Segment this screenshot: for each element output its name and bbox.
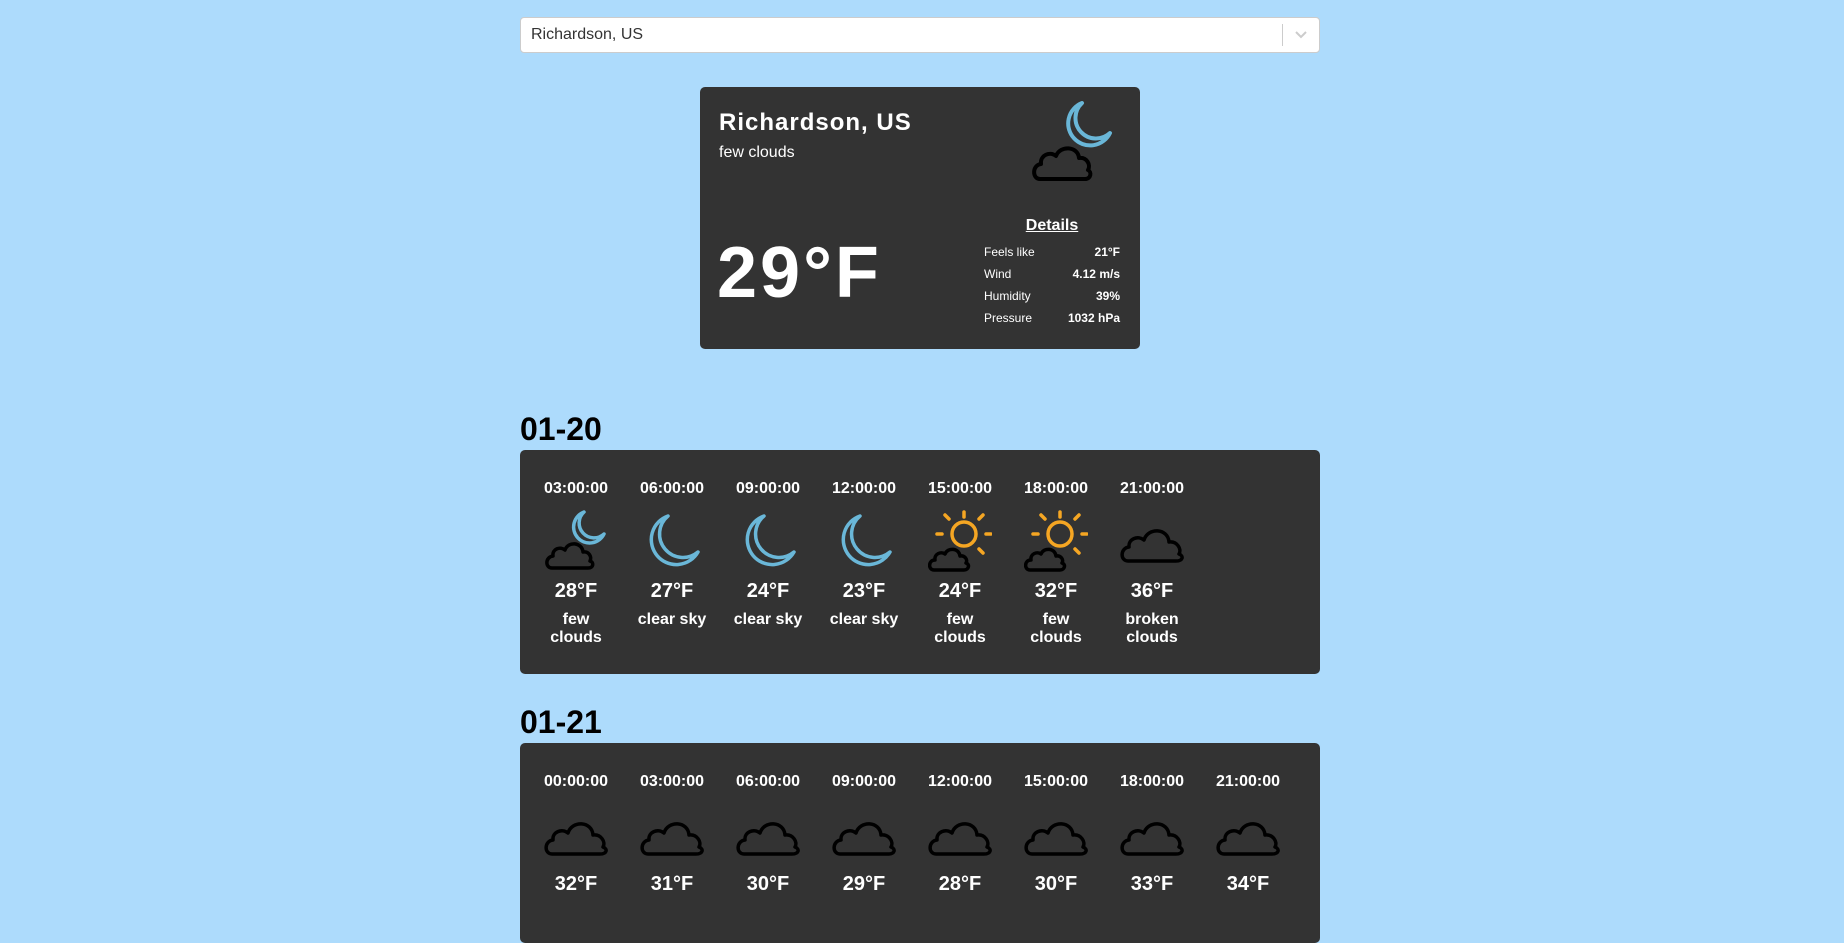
forecast-time: 03:00:00: [543, 480, 609, 497]
details-label: Pressure: [984, 311, 1033, 325]
sun-cloud-icon: [1008, 504, 1104, 576]
forecast-time: 12:00:00: [927, 773, 993, 790]
day-forecast-panel: 03:00:00 28°F few clouds 06:00:00 27°F clear …: [520, 450, 1320, 674]
details-panel: Details Feels like 21°F Wind 4.12 m/s Hu…: [984, 217, 1120, 329]
forecast-slot: 12:00:00 28°F: [912, 743, 1008, 943]
day-forecast-panel: 00:00:00 32°F 03:00:00 31°F 06:00:00 30°F 09:0…: [520, 743, 1320, 943]
moon-icon: [720, 504, 816, 576]
details-value: 1032 hPa: [1067, 311, 1120, 325]
forecast-temperature: 30°F: [1034, 873, 1078, 895]
forecast-slot: 18:00:00 33°F: [1104, 743, 1200, 943]
forecast-description: clear sky: [733, 611, 803, 628]
current-description: few clouds: [719, 144, 795, 161]
cloud-icon: [624, 797, 720, 869]
sun-cloud-icon: [912, 504, 1008, 576]
forecast-temperature: 28°F: [554, 580, 598, 602]
forecast-time: 18:00:00: [1119, 773, 1185, 790]
forecast-time: 21:00:00: [1119, 480, 1185, 497]
forecast-temperature: 23°F: [842, 580, 886, 602]
forecast-slot: 21:00:00 36°F broken clouds: [1104, 450, 1200, 674]
forecast-slot: 03:00:00 28°F few clouds: [528, 450, 624, 674]
moon-cloud-icon: [528, 504, 624, 576]
forecast-time: 12:00:00: [831, 480, 897, 497]
details-row: Feels like 21°F: [984, 241, 1120, 263]
details-label: Humidity: [984, 289, 1031, 303]
forecast-temperature: 30°F: [746, 873, 790, 895]
forecast-description: clear sky: [829, 611, 899, 628]
current-city: Richardson, US: [719, 109, 912, 136]
forecast-slot: 18:00:00 32°F few clouds: [1008, 450, 1104, 674]
details-value: 4.12 m/s: [1072, 267, 1120, 281]
current-weather-card: Richardson, US few clouds 29°F Details F…: [700, 87, 1140, 349]
forecast-temperature: 32°F: [1034, 580, 1078, 602]
forecast-temperature: 24°F: [746, 580, 790, 602]
forecast-slot: 12:00:00 23°F clear sky: [816, 450, 912, 674]
cloud-icon: [1200, 797, 1296, 869]
day-heading: 01-21: [520, 704, 602, 740]
forecast-time: 03:00:00: [639, 773, 705, 790]
forecast-slot: 15:00:00 24°F few clouds: [912, 450, 1008, 674]
forecast-slot: 15:00:00 30°F: [1008, 743, 1104, 943]
forecast-time: 21:00:00: [1215, 773, 1281, 790]
forecast-time: 06:00:00: [639, 480, 705, 497]
chevron-down-icon[interactable]: [1283, 18, 1319, 52]
forecast-description: few clouds: [550, 611, 602, 646]
cloud-icon: [528, 797, 624, 869]
forecast-temperature: 36°F: [1130, 580, 1174, 602]
forecast-slot: 06:00:00 30°F: [720, 743, 816, 943]
forecast-time: 15:00:00: [927, 480, 993, 497]
cloud-icon: [816, 797, 912, 869]
details-label: Feels like: [984, 245, 1035, 259]
forecast-temperature: 33°F: [1130, 873, 1174, 895]
details-label: Wind: [984, 267, 1012, 281]
details-title: Details: [1025, 217, 1079, 234]
forecast-temperature: 29°F: [842, 873, 886, 895]
forecast-temperature: 32°F: [554, 873, 598, 895]
cloud-icon: [1104, 504, 1200, 576]
forecast-description: clear sky: [637, 611, 707, 628]
moon-icon: [816, 504, 912, 576]
forecast-temperature: 28°F: [938, 873, 982, 895]
details-value: 21°F: [1094, 245, 1120, 259]
forecast-description: few clouds: [934, 611, 986, 646]
cloud-icon: [912, 797, 1008, 869]
forecast-time: 09:00:00: [831, 773, 897, 790]
details-row: Pressure 1032 hPa: [984, 307, 1120, 329]
forecast-slot: 21:00:00 34°F: [1200, 743, 1296, 943]
cloud-icon: [1008, 797, 1104, 869]
forecast-temperature: 24°F: [938, 580, 982, 602]
forecast-description: broken clouds: [1125, 611, 1179, 646]
forecast-time: 09:00:00: [735, 480, 801, 497]
forecast-time: 15:00:00: [1023, 773, 1089, 790]
location-select[interactable]: Richardson, US: [520, 17, 1320, 53]
forecast-time: 06:00:00: [735, 773, 801, 790]
forecast-slot: 09:00:00 29°F: [816, 743, 912, 943]
cloud-icon: [1104, 797, 1200, 869]
current-temperature: 29°F: [717, 233, 882, 313]
forecast-slot: 06:00:00 27°F clear sky: [624, 450, 720, 674]
forecast-description: few clouds: [1030, 611, 1082, 646]
forecast-slot: 09:00:00 24°F clear sky: [720, 450, 816, 674]
forecast-temperature: 34°F: [1226, 873, 1270, 895]
details-row: Humidity 39%: [984, 285, 1120, 307]
details-row: Wind 4.12 m/s: [984, 263, 1120, 285]
forecast-temperature: 31°F: [650, 873, 694, 895]
forecast-time: 18:00:00: [1023, 480, 1089, 497]
day-heading: 01-20: [520, 411, 602, 447]
details-value: 39%: [1095, 289, 1120, 303]
forecast-time: 00:00:00: [543, 773, 609, 790]
location-select-value[interactable]: Richardson, US: [521, 26, 1282, 44]
app-container: Richardson, US Richardson, US few clouds…: [520, 17, 1320, 943]
cloud-icon: [720, 797, 816, 869]
forecast-slot: 00:00:00 32°F: [528, 743, 624, 943]
forecast-slot: 03:00:00 31°F: [624, 743, 720, 943]
forecast-temperature: 27°F: [650, 580, 694, 602]
moon-cloud-icon: [1030, 95, 1122, 187]
moon-icon: [624, 504, 720, 576]
